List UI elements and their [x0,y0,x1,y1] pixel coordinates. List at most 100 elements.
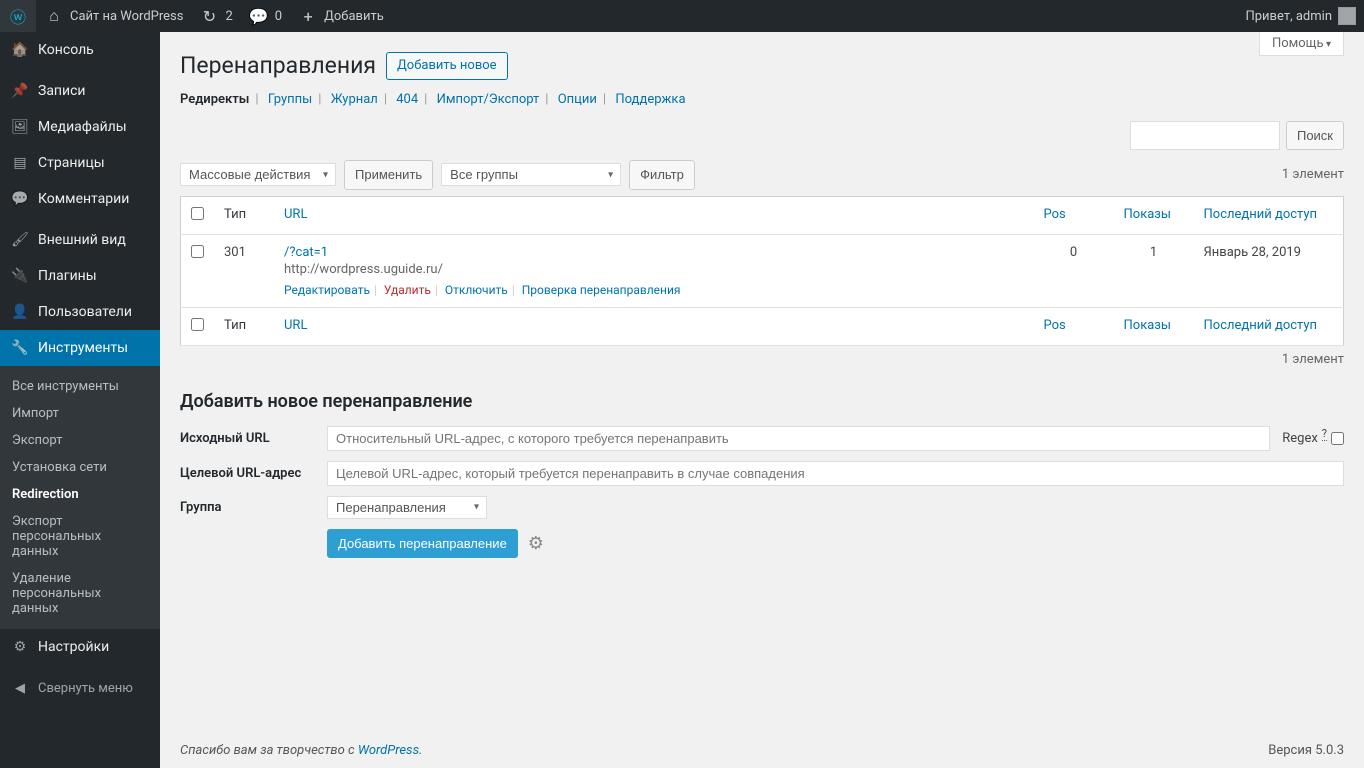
row-pos: 0 [1034,234,1114,307]
sliders-icon: ⚙ [10,637,30,657]
submenu-redirection[interactable]: Redirection [0,481,160,508]
menu-users[interactable]: 👤Пользователи [0,294,160,330]
group-select[interactable]: Перенаправления [327,496,487,519]
brush-icon: 🖌 [10,230,30,250]
submenu-privacy-erase[interactable]: Удаление персональных данных [0,565,160,622]
admin-footer: Спасибо вам за творчество с WordPress. В… [180,743,1344,758]
comment-icon: 💬 [10,189,30,209]
add-new-link[interactable]: +Добавить [290,0,392,32]
tab-groups[interactable]: Группы [268,92,312,107]
site-name: Сайт на WordPress [70,9,183,24]
item-count-bottom: 1 элемент [180,352,1344,367]
row-hits: 1 [1114,234,1194,307]
tab-support[interactable]: Поддержка [615,92,685,107]
action-disable[interactable]: Отключить [445,283,508,297]
row-code: 301 [214,234,274,307]
menu-posts[interactable]: 📌Записи [0,73,160,109]
collapse-icon: ◀ [10,678,30,698]
version-label: Версия 5.0.3 [1268,743,1344,758]
add-redirect-heading: Добавить новое перенаправление [180,391,1344,412]
submenu-privacy-export[interactable]: Экспорт персональных данных [0,508,160,565]
collapse-menu[interactable]: ◀Свернуть меню [0,670,160,706]
apply-button[interactable]: Применить [344,160,433,190]
help-tab[interactable]: Помощь [1259,32,1344,56]
target-url-label: Целевой URL-адрес [180,466,315,481]
tab-options[interactable]: Опции [558,92,597,107]
admin-topbar: ⓦ ⌂ Сайт на WordPress ↻2 💬0 +Добавить При… [0,0,1364,32]
action-delete[interactable]: Удалить [384,283,431,297]
submenu-import[interactable]: Импорт [0,400,160,427]
site-link[interactable]: ⌂ Сайт на WordPress [36,0,191,32]
plug-icon: 🔌 [10,266,30,286]
tab-404[interactable]: 404 [396,92,418,107]
col-hits[interactable]: Показы [1124,207,1171,222]
updates-link[interactable]: ↻2 [191,0,240,32]
regex-checkbox[interactable] [1331,432,1344,445]
row-source-url[interactable]: /?cat=1 [284,245,328,260]
wp-link[interactable]: WordPress [358,743,419,758]
regex-help-icon[interactable]: ? [1322,427,1327,441]
regex-label: Regex [1282,431,1318,446]
menu-dashboard[interactable]: 🏠Консоль [0,32,160,68]
menu-comments[interactable]: 💬Комментарии [0,181,160,217]
bulk-actions-select[interactable]: Массовые действия [180,163,336,186]
action-check[interactable]: Проверка перенаправления [522,283,681,297]
user-icon: 👤 [10,302,30,322]
page-title: Перенаправления [180,52,376,79]
user-greeting[interactable]: Привет, admin [1237,0,1364,32]
filter-button[interactable]: Фильтр [629,160,695,190]
row-checkbox[interactable] [191,245,204,258]
table-row: 301 /?cat=1 http://wordpress.uguide.ru/ … [181,234,1344,307]
tab-redirects[interactable]: Редиректы [180,92,249,107]
menu-appearance[interactable]: 🖌Внешний вид [0,222,160,258]
refresh-icon: ↻ [199,6,219,26]
search-button[interactable]: Поиск [1286,121,1344,151]
admin-sidebar: 🏠Консоль 📌Записи 🖼Медиафайлы ▤Страницы 💬… [0,32,160,768]
select-all-checkbox[interactable] [191,207,204,220]
comments-link[interactable]: 💬0 [241,0,290,32]
submenu-export[interactable]: Экспорт [0,427,160,454]
col-type: Тип [214,196,274,234]
menu-settings[interactable]: ⚙Настройки [0,629,160,665]
redirects-table: Тип URL Pos Показы Последний доступ 301 … [180,196,1344,346]
row-actions: Редактировать| Удалить| Отключить| Прове… [284,283,1024,297]
page-icon: ▤ [10,153,30,173]
gear-icon[interactable]: ⚙ [528,533,544,554]
source-url-input[interactable] [327,426,1270,451]
plus-icon: + [298,6,318,26]
wrench-icon: 🔧 [10,338,30,358]
comment-icon: 💬 [249,6,269,26]
action-edit[interactable]: Редактировать [284,283,370,297]
col-last[interactable]: Последний доступ [1204,207,1318,222]
submenu-tools: Все инструменты Импорт Экспорт Установка… [0,366,160,629]
home-icon: ⌂ [44,6,64,26]
plugin-tabs: Редиректы| Группы| Журнал| 404| Импорт/Э… [180,92,1344,107]
source-url-label: Исходный URL [180,431,315,446]
col-url[interactable]: URL [284,207,307,222]
wordpress-icon: ⓦ [8,6,28,26]
pin-icon: 📌 [10,81,30,101]
row-target-url: http://wordpress.uguide.ru/ [284,262,1024,277]
tab-import-export[interactable]: Импорт/Экспорт [437,92,540,107]
group-filter-select[interactable]: Все группы [441,163,621,186]
wp-logo[interactable]: ⓦ [0,0,36,32]
add-redirect-button[interactable]: Добавить перенаправление [327,529,518,559]
add-new-button[interactable]: Добавить новое [386,52,508,80]
menu-pages[interactable]: ▤Страницы [0,145,160,181]
menu-tools[interactable]: 🔧Инструменты [0,330,160,366]
tab-log[interactable]: Журнал [331,92,378,107]
avatar [1338,7,1356,25]
search-input[interactable] [1130,121,1280,151]
select-all-checkbox-bottom[interactable] [191,318,204,331]
menu-media[interactable]: 🖼Медиафайлы [0,109,160,145]
submenu-all-tools[interactable]: Все инструменты [0,373,160,400]
submenu-network[interactable]: Установка сети [0,454,160,481]
row-last: Январь 28, 2019 [1194,234,1344,307]
item-count-top: 1 элемент [1282,167,1344,182]
target-url-input[interactable] [327,461,1344,486]
gauge-icon: 🏠 [10,40,30,60]
media-icon: 🖼 [10,117,30,137]
main-content: Помощь Перенаправления Добавить новое Ре… [160,32,1364,768]
col-pos[interactable]: Pos [1044,207,1066,222]
menu-plugins[interactable]: 🔌Плагины [0,258,160,294]
